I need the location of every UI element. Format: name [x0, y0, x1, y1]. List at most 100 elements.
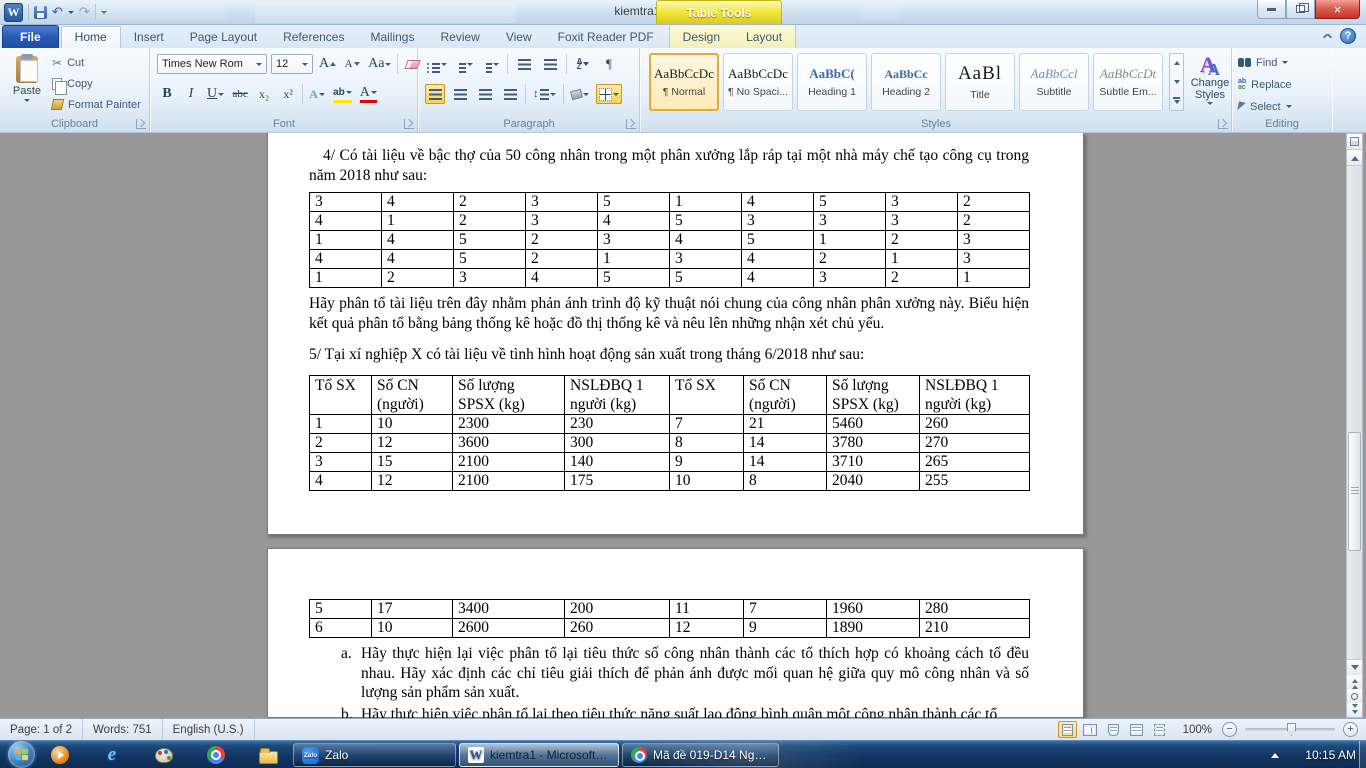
copy-button[interactable]: Copy [52, 75, 141, 92]
gallery-more-button[interactable] [1170, 91, 1183, 110]
subscript-button[interactable]: x₂ [254, 84, 274, 104]
word-app-icon[interactable]: W [4, 3, 23, 22]
zoom-out-button[interactable]: − [1222, 722, 1237, 737]
help-icon[interactable]: ? [1340, 28, 1356, 44]
table-cell[interactable]: 4 [526, 269, 598, 288]
taskbar-button-zalo[interactable]: Zalo Zalo [293, 743, 456, 767]
language-indicator[interactable]: English (U.S.) [163, 719, 255, 740]
style-heading2[interactable]: AaBbCcHeading 2 [871, 53, 941, 111]
table-cell[interactable]: 1 [814, 231, 886, 250]
table-cell[interactable]: 265 [920, 452, 1030, 471]
show-desktop-button[interactable] [1359, 741, 1366, 768]
table-cell[interactable]: 1 [670, 193, 742, 212]
styles-dialog-launcher[interactable] [1218, 119, 1228, 129]
table-cell[interactable]: 2 [886, 269, 958, 288]
table-cell[interactable]: 2100 [453, 452, 565, 471]
table-cell[interactable]: 2100 [453, 471, 565, 490]
header-cell[interactable]: Tổ SX [670, 375, 744, 414]
table-cell[interactable]: 3 [310, 193, 382, 212]
bullets-button[interactable] [425, 54, 449, 74]
table-cell[interactable]: 14 [744, 452, 827, 471]
table-cell[interactable]: 1960 [827, 600, 920, 619]
shading-button[interactable] [569, 84, 591, 104]
table-cell[interactable]: 3780 [827, 433, 920, 452]
header-cell[interactable]: Số lượng SPSX (kg) [453, 375, 565, 414]
table-cell[interactable]: 4 [598, 212, 670, 231]
zoom-slider-track[interactable] [1245, 728, 1335, 731]
tab-review[interactable]: Review [427, 27, 492, 48]
table-cell[interactable]: 1 [310, 231, 382, 250]
document-page-2[interactable]: 5173400200117196028061026002601291890210… [267, 548, 1084, 718]
select-button[interactable]: Select [1238, 98, 1292, 115]
table-cell[interactable]: 12 [670, 619, 744, 638]
table-cell[interactable]: 210 [920, 619, 1030, 638]
table-cell[interactable]: 5 [670, 269, 742, 288]
select-browse-object-button[interactable] [1347, 689, 1362, 703]
web-layout-view-button[interactable] [1104, 721, 1123, 738]
table-cell[interactable]: 4 [742, 269, 814, 288]
tab-mailings[interactable]: Mailings [357, 27, 427, 48]
highlight-button[interactable]: ab [331, 84, 354, 104]
scrollbar-track[interactable] [1347, 166, 1362, 659]
table-cell[interactable]: 2 [526, 231, 598, 250]
table-cell[interactable]: 200 [565, 600, 670, 619]
paragraph-dialog-launcher[interactable] [626, 119, 636, 129]
save-icon[interactable] [34, 6, 47, 19]
table-cell[interactable]: 5 [742, 231, 814, 250]
paragraph-instruction-4[interactable]: Hãy phân tổ tài liệu trên đây nhằm phản … [309, 294, 1029, 333]
table-cell[interactable]: 4 [310, 212, 382, 231]
table-cell[interactable]: 3 [454, 269, 526, 288]
font-dialog-launcher[interactable] [404, 119, 414, 129]
chrome-icon[interactable] [204, 743, 228, 767]
table-cell[interactable]: 230 [565, 414, 670, 433]
cut-button[interactable]: ✂ Cut [52, 54, 141, 71]
close-button[interactable]: × [1315, 0, 1360, 19]
table-cell[interactable]: 5 [598, 193, 670, 212]
table-cell[interactable]: 2 [814, 250, 886, 269]
table-cell[interactable]: 7 [744, 600, 827, 619]
header-cell[interactable]: NSLĐBQ 1 người (kg) [920, 375, 1030, 414]
tab-page-layout[interactable]: Page Layout [177, 27, 270, 48]
change-case-button[interactable]: Aa [366, 54, 393, 74]
table-cell[interactable]: 260 [920, 414, 1030, 433]
table-cell[interactable]: 4 [742, 250, 814, 269]
table-cell[interactable]: 3 [742, 212, 814, 231]
align-center-button[interactable] [450, 84, 470, 104]
table-cell[interactable]: 8 [744, 471, 827, 490]
table-cell[interactable]: 11 [670, 600, 744, 619]
table-cell[interactable]: 2600 [453, 619, 565, 638]
table-cell[interactable]: 2 [382, 269, 454, 288]
full-screen-reading-view-button[interactable] [1081, 721, 1100, 738]
gallery-scroll-down[interactable] [1170, 73, 1183, 92]
paragraph-problem-4[interactable]: 4/ Có tài liệu về bậc thợ của 50 công nh… [309, 146, 1029, 185]
paragraph-problem-5[interactable]: 5/ Tại xí nghiệp X có tài liệu về tình h… [309, 345, 1029, 365]
tab-file[interactable]: File [2, 25, 59, 48]
word-count-indicator[interactable]: Words: 751 [83, 719, 163, 740]
table-cell[interactable]: 3 [598, 231, 670, 250]
sort-button[interactable]: AZ [573, 54, 593, 74]
style-subtitle[interactable]: AaBbCclSubtitle [1019, 53, 1089, 111]
table-cell[interactable]: 14 [744, 433, 827, 452]
table-cell[interactable]: 1 [886, 250, 958, 269]
table-cell[interactable]: 1 [310, 269, 382, 288]
table-cell[interactable]: 3400 [453, 600, 565, 619]
table-cell[interactable]: 12 [372, 471, 453, 490]
undo-dropdown-arrow[interactable] [68, 11, 74, 14]
align-left-button[interactable] [425, 84, 445, 104]
vertical-scrollbar[interactable] [1346, 133, 1363, 718]
replace-button[interactable]: abac Replace [1238, 76, 1292, 93]
format-painter-button[interactable]: Format Painter [52, 96, 141, 113]
show-paragraph-marks-button[interactable]: ¶ [599, 54, 619, 74]
justify-button[interactable] [500, 84, 520, 104]
table-cell[interactable]: 300 [565, 433, 670, 452]
borders-button[interactable] [596, 84, 622, 104]
decrease-indent-button[interactable] [514, 54, 534, 74]
table-cell[interactable]: 4 [670, 231, 742, 250]
line-spacing-button[interactable]: ↕ [531, 84, 558, 104]
table-cell[interactable]: 3 [814, 212, 886, 231]
table-cell[interactable]: 5 [454, 231, 526, 250]
font-size-combo[interactable]: 12 [271, 54, 313, 74]
align-right-button[interactable] [475, 84, 495, 104]
internet-explorer-icon[interactable]: e [100, 743, 124, 767]
media-player-icon[interactable] [48, 743, 72, 767]
